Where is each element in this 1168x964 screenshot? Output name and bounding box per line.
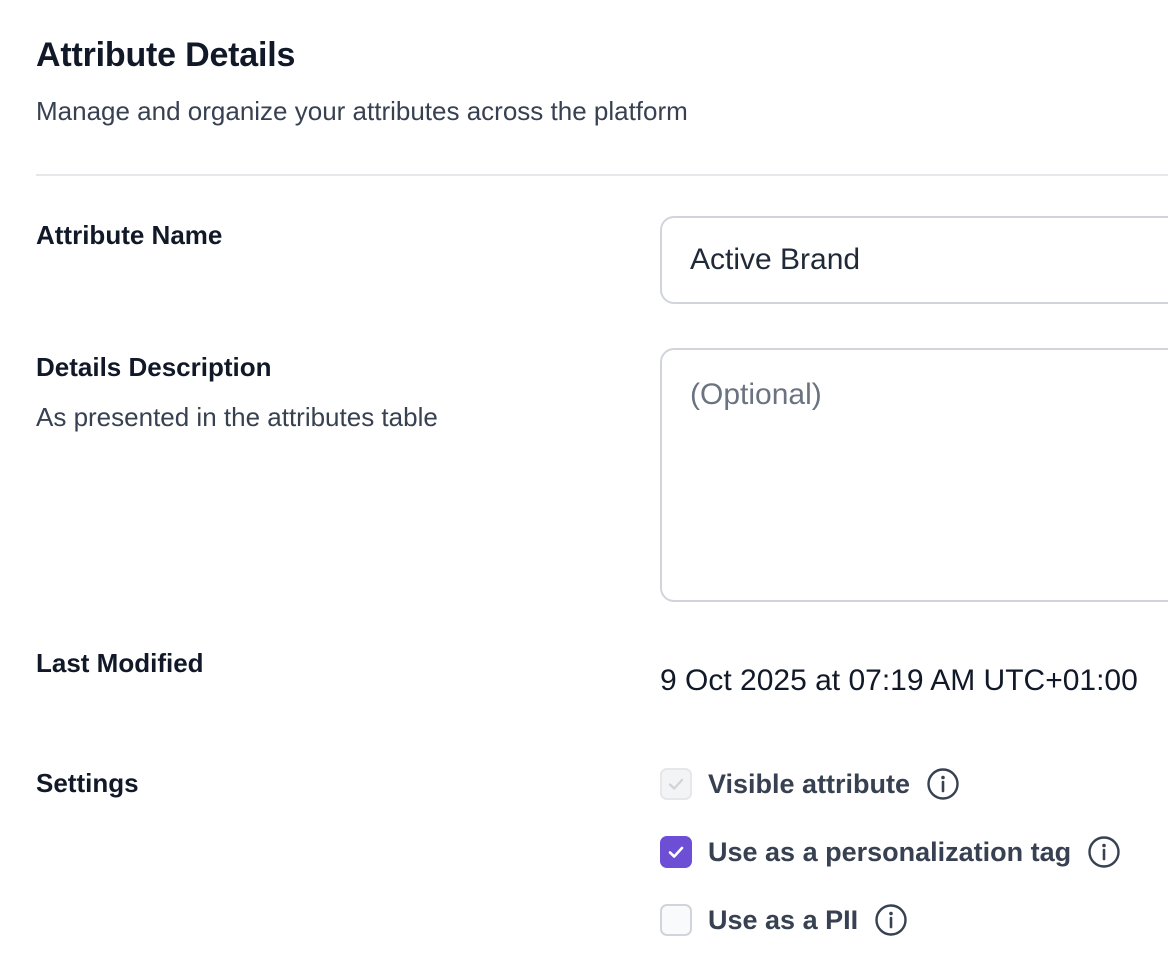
setting-visible-attribute: Visible attribute xyxy=(660,767,960,801)
info-icon[interactable] xyxy=(874,903,908,937)
page-title: Attribute Details xyxy=(36,36,296,74)
pii-checkbox[interactable] xyxy=(660,904,692,936)
attribute-details-page: Attribute Details Manage and organize yo… xyxy=(0,0,1168,964)
check-icon xyxy=(668,846,684,858)
visible-attribute-label: Visible attribute xyxy=(708,768,911,799)
details-description-textarea[interactable] xyxy=(660,348,1168,602)
info-icon[interactable] xyxy=(1087,835,1121,869)
divider xyxy=(36,174,1168,176)
info-icon[interactable] xyxy=(926,767,960,801)
details-description-label: Details Description xyxy=(36,352,272,382)
details-description-helper: As presented in the attributes table xyxy=(36,402,438,432)
last-modified-value: 9 Oct 2025 at 07:19 AM UTC+01:00 xyxy=(660,664,1138,697)
pii-label: Use as a PII xyxy=(708,904,859,935)
personalization-tag-label: Use as a personalization tag xyxy=(708,836,1072,867)
personalization-tag-checkbox[interactable] xyxy=(660,836,692,868)
attribute-name-input[interactable] xyxy=(660,216,1168,304)
last-modified-label: Last Modified xyxy=(36,648,204,678)
visible-attribute-checkbox[interactable] xyxy=(660,768,692,800)
check-icon xyxy=(668,778,684,790)
setting-pii: Use as a PII xyxy=(660,903,908,937)
page-subtitle: Manage and organize your attributes acro… xyxy=(36,96,688,126)
attribute-name-label: Attribute Name xyxy=(36,220,223,250)
settings-label: Settings xyxy=(36,768,139,798)
setting-personalization-tag: Use as a personalization tag xyxy=(660,835,1121,869)
